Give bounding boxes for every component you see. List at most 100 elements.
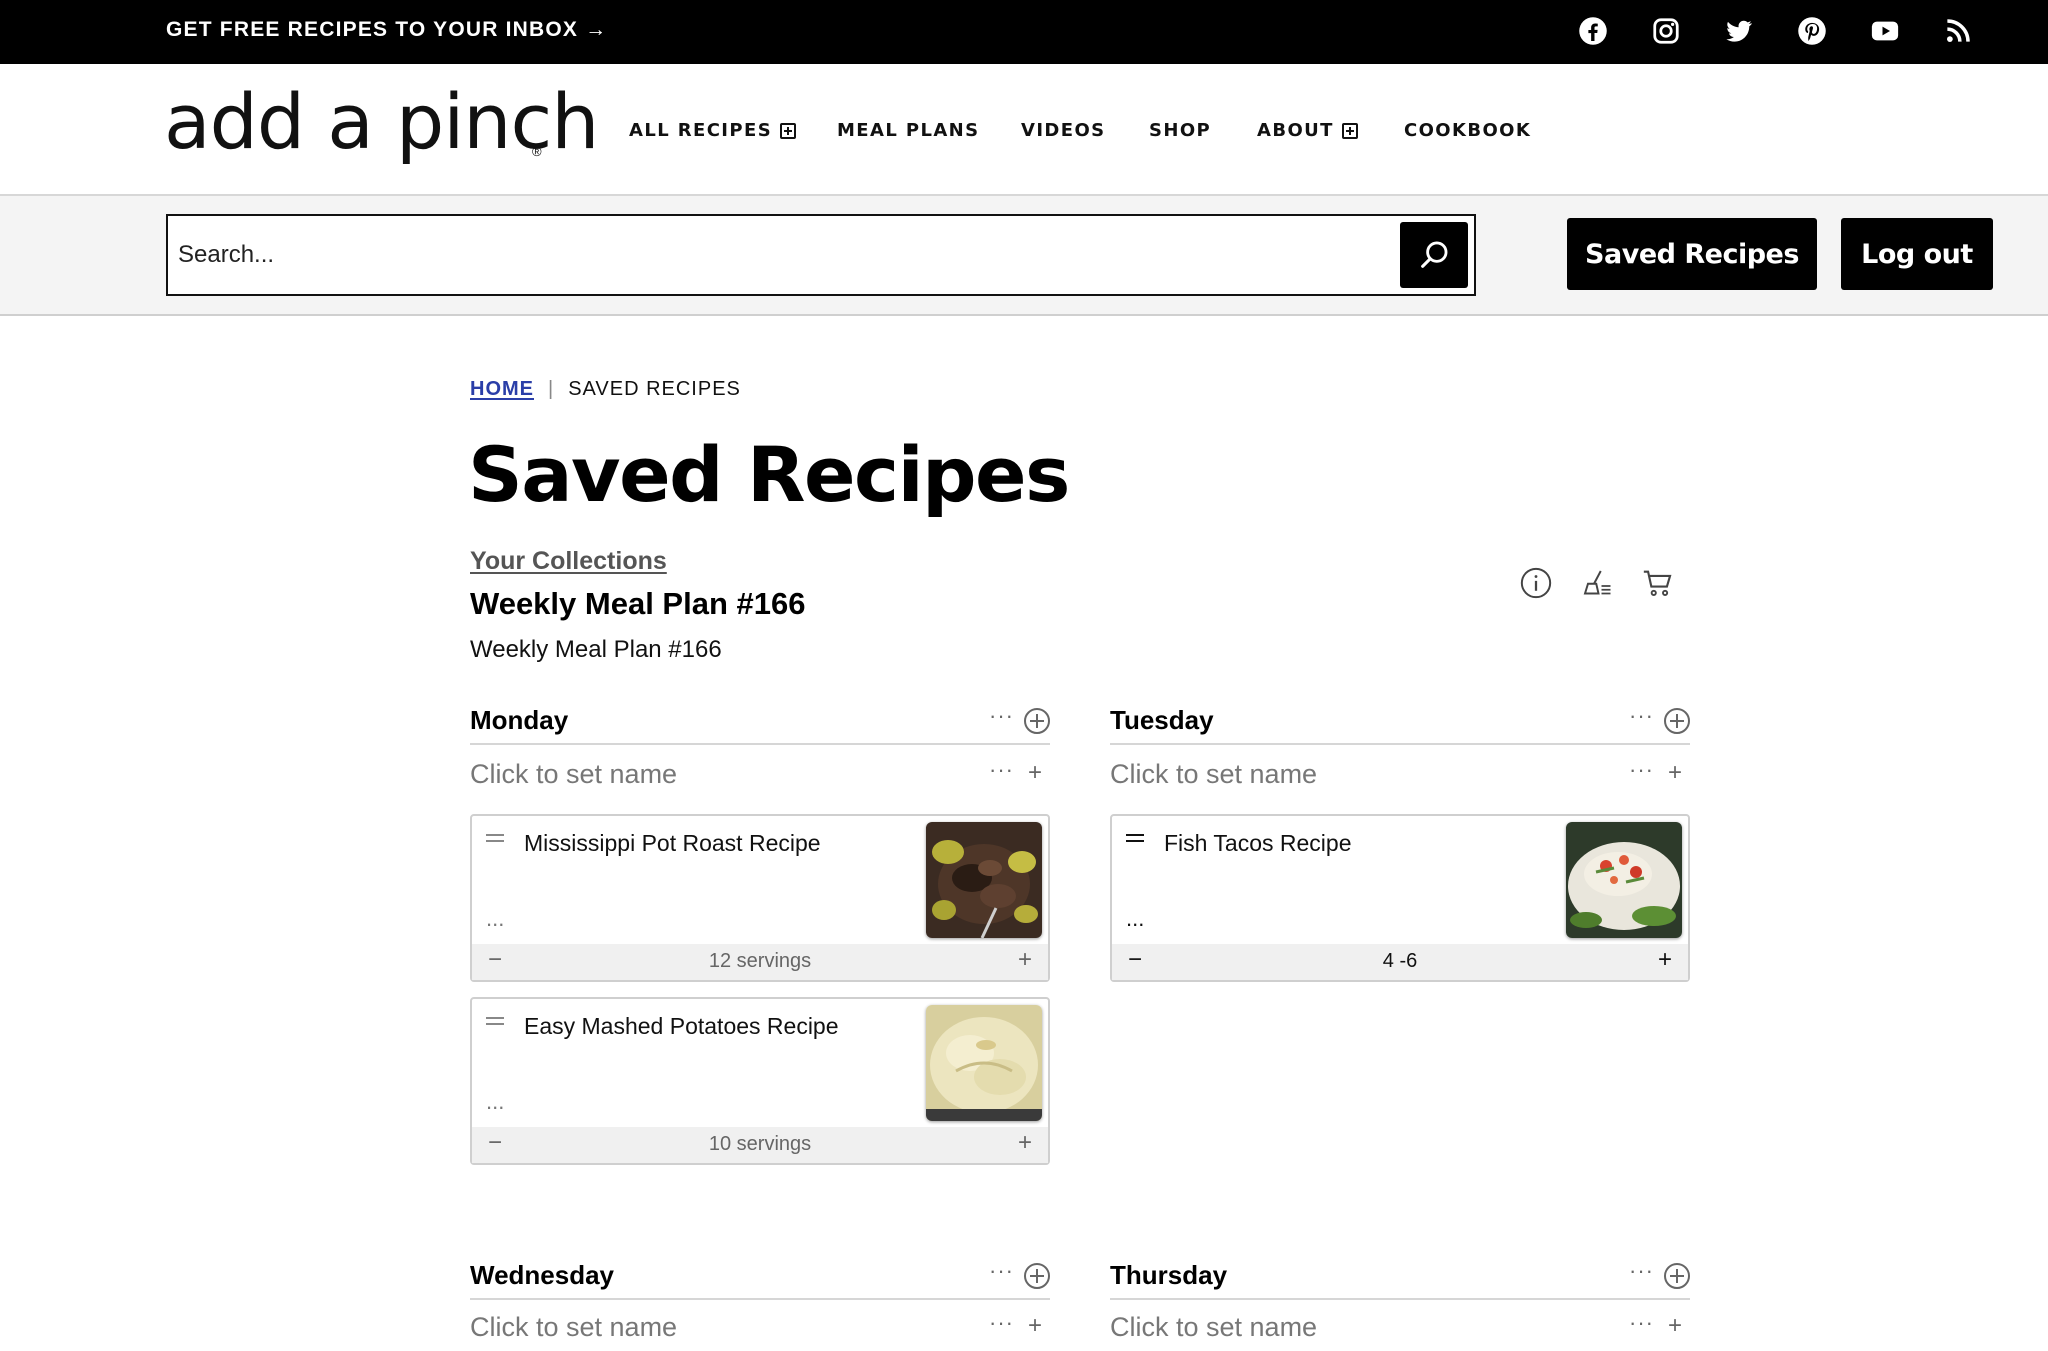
saved-recipes-button[interactable]: Saved Recipes — [1567, 218, 1817, 290]
servings-count: 12 — [708, 950, 732, 972]
nav-cookbook[interactable]: COOKBOOK — [1404, 120, 1531, 141]
day-options-icon[interactable]: ··· — [989, 703, 1014, 729]
info-icon[interactable] — [1516, 563, 1556, 603]
nav-shop-label: SHOP — [1149, 120, 1212, 141]
increase-servings-button[interactable]: + — [1018, 946, 1032, 974]
search-strip: Saved Recipes Log out — [0, 196, 2048, 316]
shopping-cart-icon[interactable] — [1638, 563, 1678, 603]
servings-count: 10 — [708, 1133, 732, 1155]
recipe-thumbnail[interactable] — [926, 822, 1042, 938]
add-recipe-icon[interactable]: + — [1668, 759, 1682, 787]
breadcrumb-home-link[interactable]: HOME — [470, 378, 534, 401]
day-header: Tuesday ··· — [1110, 697, 1690, 745]
plan-description[interactable]: Weekly Meal Plan #166 — [470, 636, 722, 664]
nav-meal-plans[interactable]: MEAL PLANS — [837, 120, 980, 141]
servings-unit: servings — [736, 1133, 812, 1155]
nav-meal-plans-label: MEAL PLANS — [837, 120, 980, 141]
site-header: add a pinch ® ALL RECIPES MEAL PLANS VID… — [0, 64, 2048, 196]
servings-bar: − 12 servings + — [472, 944, 1048, 980]
page-title: Saved Recipes — [468, 430, 1070, 519]
meal-row: Click to set name ··· + — [1110, 745, 1690, 807]
meal-name-field[interactable]: Click to set name — [470, 1312, 677, 1343]
nav-videos[interactable]: VIDEOS — [1021, 120, 1106, 141]
meal-name-field[interactable]: Click to set name — [1110, 1312, 1317, 1343]
meal-name-field[interactable]: Click to set name — [1110, 759, 1317, 790]
day-name[interactable]: Tuesday — [1110, 705, 1214, 736]
meal-options-icon[interactable]: ··· — [989, 757, 1014, 783]
increase-servings-button[interactable]: + — [1018, 1129, 1032, 1157]
recipe-options-icon[interactable]: ... — [1126, 906, 1144, 932]
meal-options-icon[interactable]: ··· — [989, 1310, 1014, 1336]
recipe-card[interactable]: Mississippi Pot Roast Recipe ... − 12 se… — [470, 814, 1050, 982]
nav-about-label: ABOUT — [1257, 120, 1334, 141]
breadcrumb: HOME | SAVED RECIPES — [470, 378, 741, 401]
top-promo-bar: GET FREE RECIPES TO YOUR INBOX → — [0, 0, 2048, 64]
meal-options-icon[interactable]: ··· — [1629, 757, 1654, 783]
pinterest-icon[interactable] — [1795, 14, 1829, 48]
your-collections-link[interactable]: Your Collections — [470, 547, 667, 576]
day-header: Thursday ··· — [1110, 1252, 1690, 1300]
recipe-card[interactable]: Fish Tacos Recipe ... − 4 -6 + — [1110, 814, 1690, 982]
recipe-thumbnail[interactable] — [1566, 822, 1682, 938]
servings-unit: servings — [736, 950, 812, 972]
day-column-tuesday: Tuesday ··· Click to set name ··· + — [1110, 697, 1690, 807]
nav-shop[interactable]: SHOP — [1149, 120, 1211, 141]
nav-videos-label: VIDEOS — [1021, 120, 1106, 141]
add-meal-icon[interactable] — [1024, 708, 1050, 734]
servings-display: 4 -6 — [1112, 950, 1688, 973]
expand-submenu-icon[interactable] — [1341, 122, 1358, 139]
add-recipe-icon[interactable]: + — [1028, 759, 1042, 787]
meal-options-icon[interactable]: ··· — [1629, 1310, 1654, 1336]
meal-name-field[interactable]: Click to set name — [470, 759, 677, 790]
twitter-icon[interactable] — [1722, 14, 1756, 48]
add-recipe-icon[interactable]: + — [1028, 1312, 1042, 1340]
rss-icon[interactable] — [1941, 14, 1975, 48]
nav-about[interactable]: ABOUT — [1257, 120, 1358, 141]
day-header: Wednesday ··· — [470, 1252, 1050, 1300]
servings-count: 4 -6 — [1382, 950, 1418, 972]
search-box — [166, 214, 1476, 296]
day-options-icon[interactable]: ··· — [1629, 1258, 1654, 1284]
recipe-name[interactable]: Easy Mashed Potatoes Recipe — [524, 1013, 839, 1040]
add-meal-icon[interactable] — [1664, 1263, 1690, 1289]
recipe-options-icon[interactable]: ... — [486, 1089, 504, 1115]
search-input[interactable] — [178, 230, 1378, 280]
day-name[interactable]: Wednesday — [470, 1260, 614, 1291]
day-options-icon[interactable]: ··· — [1629, 703, 1654, 729]
breadcrumb-separator: | — [548, 378, 555, 400]
expand-submenu-icon[interactable] — [780, 122, 797, 139]
recipe-options-icon[interactable]: ... — [486, 906, 504, 932]
day-name[interactable]: Thursday — [1110, 1260, 1227, 1291]
recipe-name[interactable]: Fish Tacos Recipe — [1164, 830, 1352, 857]
day-options-icon[interactable]: ··· — [989, 1258, 1014, 1284]
youtube-icon[interactable] — [1868, 14, 1902, 48]
search-button[interactable] — [1400, 222, 1468, 288]
meal-row: Click to set name ··· + — [470, 745, 1050, 807]
instagram-icon[interactable] — [1649, 14, 1683, 48]
logout-button[interactable]: Log out — [1841, 218, 1993, 290]
recipe-name[interactable]: Mississippi Pot Roast Recipe — [524, 830, 821, 857]
recipe-card[interactable]: Easy Mashed Potatoes Recipe ... − 10 ser… — [470, 997, 1050, 1165]
drag-handle-icon[interactable] — [486, 1017, 504, 1029]
meal-row: Click to set name ··· + — [1110, 1300, 1690, 1348]
facebook-icon[interactable] — [1576, 14, 1610, 48]
add-meal-icon[interactable] — [1024, 1263, 1050, 1289]
nav-all-recipes[interactable]: ALL RECIPES — [629, 120, 797, 141]
day-name[interactable]: Monday — [470, 705, 568, 736]
nav-cookbook-label: COOKBOOK — [1404, 120, 1532, 141]
servings-display: 10 servings — [472, 1133, 1048, 1156]
add-meal-icon[interactable] — [1664, 708, 1690, 734]
add-recipe-icon[interactable]: + — [1668, 1312, 1682, 1340]
day-column-thursday: Thursday ··· Click to set name ··· + — [1110, 1252, 1690, 1348]
drag-handle-icon[interactable] — [1126, 834, 1144, 846]
servings-display: 12 servings — [472, 950, 1048, 973]
plan-title[interactable]: Weekly Meal Plan #166 — [470, 586, 805, 622]
increase-servings-button[interactable]: + — [1658, 946, 1672, 974]
breadcrumb-current: SAVED RECIPES — [568, 378, 741, 400]
day-column-monday: Monday ··· Click to set name ··· + — [470, 697, 1050, 807]
newsletter-promo-link[interactable]: GET FREE RECIPES TO YOUR INBOX → — [166, 18, 607, 42]
drag-handle-icon[interactable] — [486, 834, 504, 846]
cleanup-icon[interactable] — [1577, 563, 1617, 603]
recipe-thumbnail[interactable] — [926, 1005, 1042, 1121]
day-column-wednesday: Wednesday ··· Click to set name ··· + — [470, 1252, 1050, 1348]
